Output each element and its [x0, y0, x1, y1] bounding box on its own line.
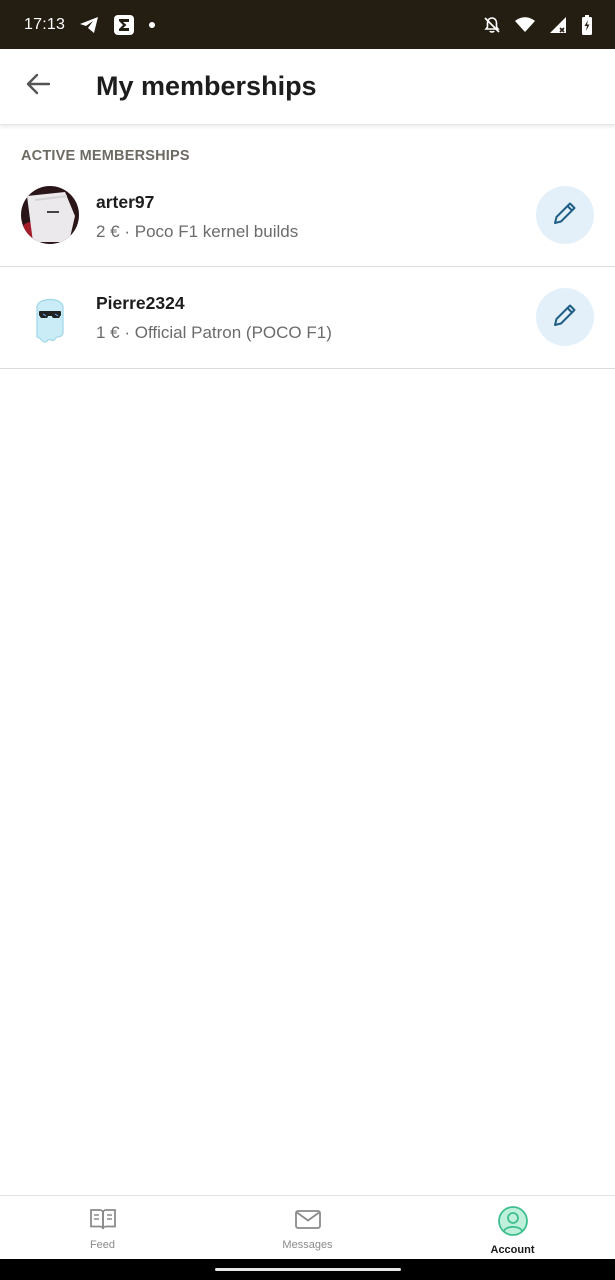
back-button[interactable]	[0, 49, 76, 125]
membership-row[interactable]: arter97 2 € · Poco F1 kernel builds	[0, 186, 615, 267]
home-gesture-handle[interactable]	[214, 1268, 401, 1271]
wifi-icon	[515, 16, 535, 33]
nav-label: Feed	[89, 1239, 116, 1251]
cellular-signal-icon	[549, 16, 567, 34]
membership-text: Pierre2324 1 € · Official Patron (POCO F…	[96, 293, 332, 343]
status-left: 17:13	[24, 14, 156, 36]
status-right	[483, 14, 593, 35]
bottom-nav: Feed Messages Account	[0, 1195, 615, 1259]
battery-charging-icon	[581, 14, 593, 35]
avatar	[21, 186, 79, 244]
creator-name: Pierre2324	[96, 293, 185, 313]
nav-item-account[interactable]: Account	[410, 1196, 615, 1259]
nav-item-feed[interactable]: Feed	[0, 1196, 205, 1259]
memberships-content: ACTIVE MEMBERSHIPS arter97 2 € · Poco F1…	[0, 126, 615, 369]
app-bar: My memberships	[0, 49, 615, 125]
pencil-icon	[550, 300, 580, 335]
membership-text: arter97 2 € · Poco F1 kernel builds	[96, 192, 298, 242]
avatar	[21, 289, 79, 347]
gesture-bar	[0, 1259, 615, 1280]
status-bar: 17:13	[0, 0, 615, 49]
telegram-icon	[79, 16, 99, 34]
arrow-left-icon	[25, 73, 51, 100]
screen: 17:13 My memberships ACTIVE MEMBERSHIPS …	[0, 0, 615, 1280]
notifications-off-icon	[483, 16, 501, 34]
membership-row[interactable]: Pierre2324 1 € · Official Patron (POCO F…	[0, 267, 615, 369]
edit-membership-button[interactable]	[536, 186, 594, 244]
notification-dot-icon	[149, 21, 156, 28]
user-circle-icon	[497, 1206, 528, 1241]
nav-item-messages[interactable]: Messages	[205, 1196, 410, 1259]
tier-info: 2 € · Poco F1 kernel builds	[96, 222, 299, 241]
sigma-app-icon	[113, 14, 135, 36]
nav-label: Account	[490, 1244, 535, 1256]
tier-info: 1 € · Official Patron (POCO F1)	[96, 323, 332, 342]
envelope-icon	[294, 1206, 322, 1237]
creator-name: arter97	[96, 192, 155, 212]
status-time: 17:13	[24, 15, 66, 33]
section-header: ACTIVE MEMBERSHIPS	[21, 148, 190, 164]
page-title: My memberships	[96, 71, 317, 101]
nav-label: Messages	[282, 1239, 333, 1251]
open-book-icon	[89, 1206, 117, 1237]
edit-membership-button[interactable]	[536, 288, 594, 346]
pencil-icon	[550, 198, 580, 233]
